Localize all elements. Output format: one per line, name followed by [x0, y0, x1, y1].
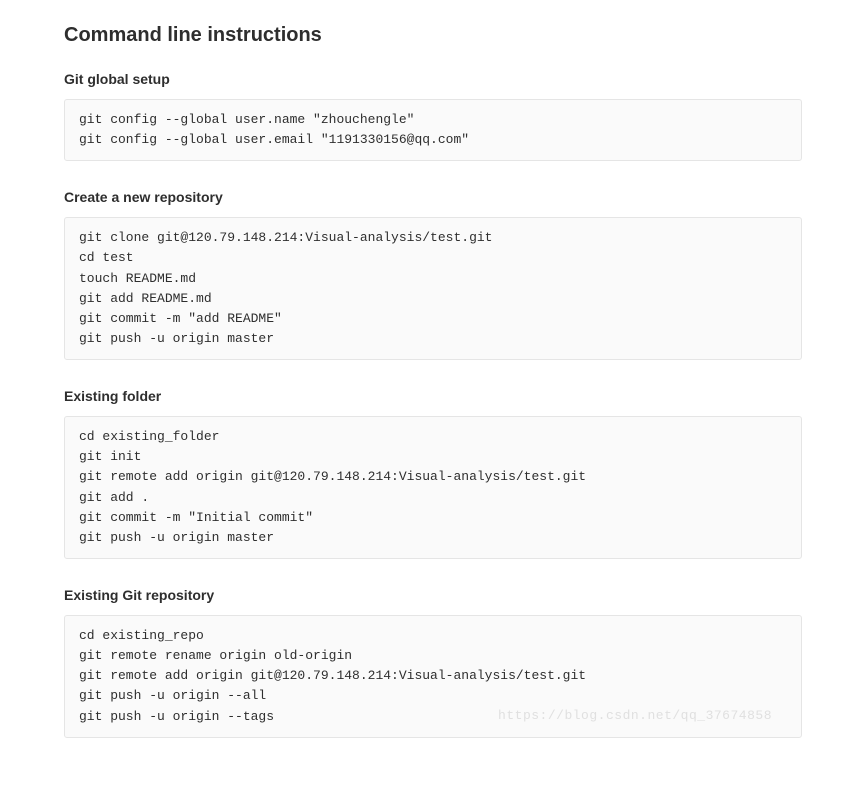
page-title: Command line instructions	[64, 24, 802, 47]
section-heading: Existing Git repository	[64, 587, 802, 603]
section-create-repository: Create a new repository git clone git@12…	[64, 189, 802, 360]
code-block[interactable]: git clone git@120.79.148.214:Visual-anal…	[64, 217, 802, 360]
section-heading: Git global setup	[64, 71, 802, 87]
instructions-container: Command line instructions Git global set…	[64, 24, 802, 738]
section-heading: Create a new repository	[64, 189, 802, 205]
section-git-global-setup: Git global setup git config --global use…	[64, 71, 802, 161]
section-heading: Existing folder	[64, 388, 802, 404]
watermark-text: https://blog.csdn.net/qq_37674858	[498, 708, 772, 723]
code-block[interactable]: git config --global user.name "zhoucheng…	[64, 99, 802, 161]
section-existing-folder: Existing folder cd existing_folder git i…	[64, 388, 802, 559]
code-block[interactable]: cd existing_folder git init git remote a…	[64, 416, 802, 559]
